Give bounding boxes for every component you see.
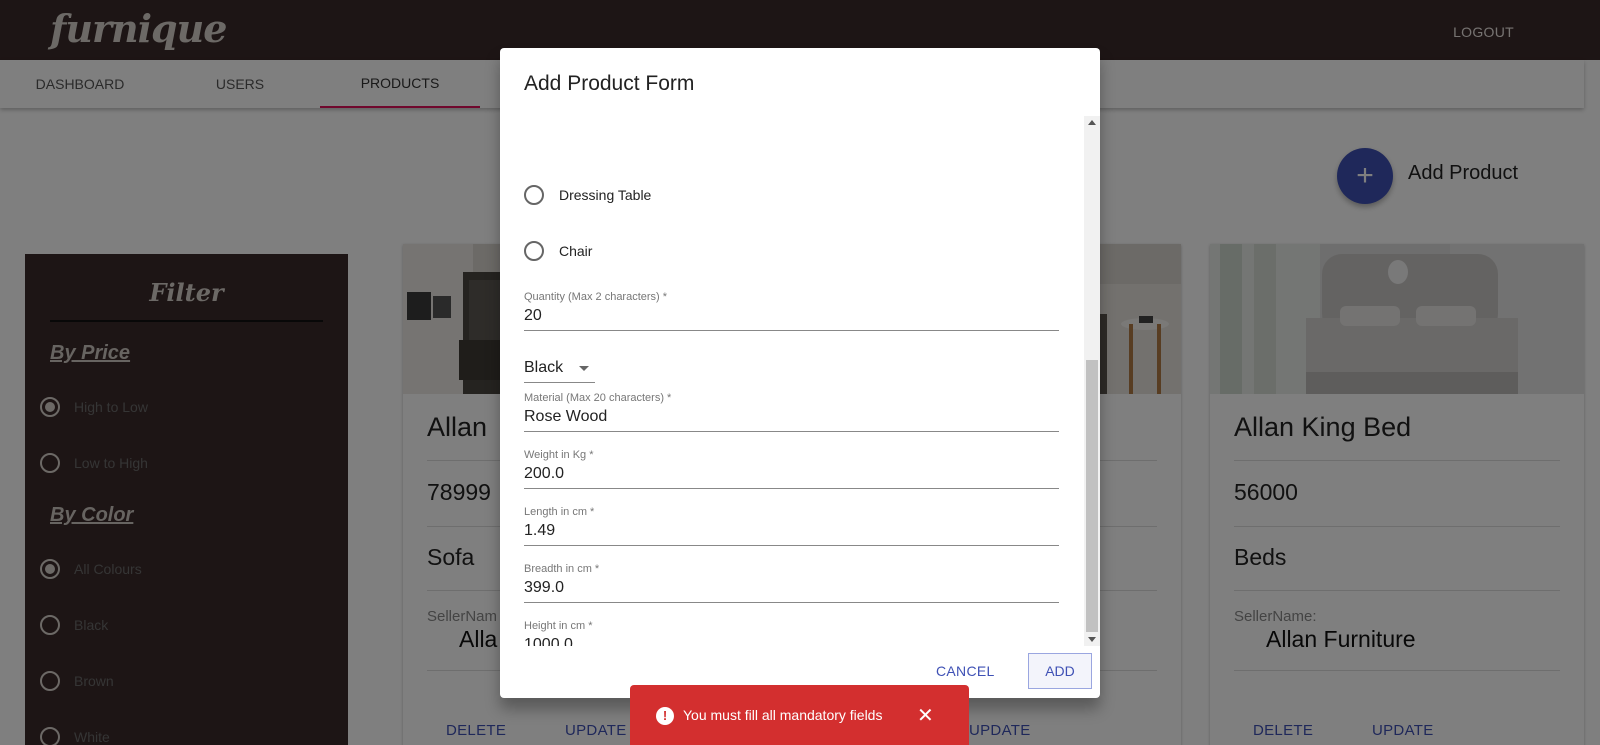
quantity-input[interactable]: 20 bbox=[524, 307, 1059, 331]
scroll-down-arrow-icon[interactable] bbox=[1088, 637, 1096, 642]
add-button[interactable]: ADD bbox=[1028, 653, 1092, 689]
material-label: Material (Max 20 characters) * bbox=[524, 392, 672, 404]
chevron-down-icon bbox=[579, 365, 590, 371]
category-option-label: Dressing Table bbox=[559, 187, 652, 203]
scroll-up-arrow-icon[interactable] bbox=[1088, 120, 1096, 125]
breadth-field[interactable]: Breadth in cm * 399.0 bbox=[524, 563, 1059, 603]
height-input[interactable]: 1000.0 bbox=[524, 636, 1059, 646]
error-snackbar: ! You must fill all mandatory fields ✕ bbox=[630, 685, 969, 745]
add-product-dialog: Add Product Form Dressing Table Chair Qu… bbox=[500, 48, 1100, 698]
height-label: Height in cm * bbox=[524, 620, 593, 632]
weight-field[interactable]: Weight in Kg * 200.0 bbox=[524, 449, 1059, 489]
category-option-label: Chair bbox=[559, 243, 593, 259]
material-field[interactable]: Material (Max 20 characters) * Rose Wood bbox=[524, 392, 1059, 432]
radio-unselected-icon[interactable] bbox=[524, 185, 544, 205]
material-input[interactable]: Rose Wood bbox=[524, 408, 1059, 432]
radio-unselected-icon[interactable] bbox=[524, 241, 544, 261]
length-input[interactable]: 1.49 bbox=[524, 522, 1059, 546]
scrollbar-thumb[interactable] bbox=[1086, 360, 1098, 632]
breadth-input[interactable]: 399.0 bbox=[524, 579, 1059, 603]
category-option-chair[interactable]: Chair bbox=[524, 241, 592, 261]
quantity-field[interactable]: Quantity (Max 2 characters) * 20 bbox=[524, 291, 1059, 331]
cancel-button[interactable]: CANCEL bbox=[936, 663, 995, 679]
height-field[interactable]: Height in cm * 1000.0 bbox=[524, 620, 1059, 646]
snackbar-message: You must fill all mandatory fields bbox=[683, 707, 883, 723]
close-icon[interactable]: ✕ bbox=[917, 703, 934, 728]
error-icon: ! bbox=[656, 707, 674, 725]
weight-input[interactable]: 200.0 bbox=[524, 465, 1059, 489]
length-label: Length in cm * bbox=[524, 506, 595, 518]
dialog-scrollbar[interactable] bbox=[1084, 116, 1100, 646]
quantity-label: Quantity (Max 2 characters) * bbox=[524, 291, 668, 303]
color-select[interactable]: Black bbox=[524, 359, 595, 383]
color-select-value: Black bbox=[524, 359, 564, 376]
length-field[interactable]: Length in cm * 1.49 bbox=[524, 506, 1059, 546]
weight-label: Weight in Kg * bbox=[524, 449, 594, 461]
dialog-title: Add Product Form bbox=[524, 72, 695, 95]
breadth-label: Breadth in cm * bbox=[524, 563, 600, 575]
category-option-dressing-table[interactable]: Dressing Table bbox=[524, 185, 651, 205]
dialog-content: Dressing Table Chair Quantity (Max 2 cha… bbox=[500, 116, 1100, 646]
